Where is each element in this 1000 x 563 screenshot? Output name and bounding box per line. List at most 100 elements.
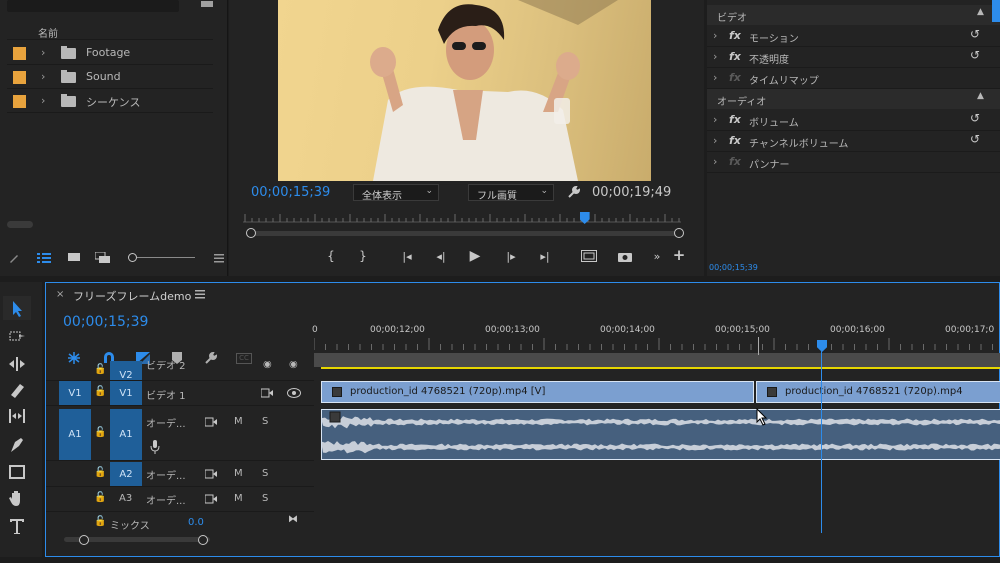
wrench-icon[interactable] [566,184,582,200]
lock-icon[interactable]: 🔓 [94,467,106,478]
project-item-sound[interactable]: › Sound [7,65,213,89]
collapse-up-icon[interactable]: ▲ [977,7,984,17]
zoom-slider-track[interactable] [137,257,195,258]
audio-section-header[interactable]: オーディオ ▲ [707,89,1000,109]
slip-tool-icon[interactable] [3,404,31,428]
fx-icon[interactable]: fx [729,134,741,147]
work-area-bar[interactable] [314,353,1000,367]
reset-icon[interactable]: ↺ [970,111,980,125]
chevron-right-icon[interactable]: › [713,71,717,84]
project-item-sequences[interactable]: › シーケンス [7,89,213,113]
track-target-a2[interactable]: A2 [110,462,142,486]
video-section-header[interactable]: ビデオ ▲ [707,5,1000,25]
microphone-icon[interactable] [148,440,162,454]
safe-margins-icon[interactable] [580,249,598,263]
ripple-edit-tool-icon[interactable] [3,352,31,376]
effect-controls-timecode[interactable]: 00;00;15;39 [709,263,758,272]
quality-select[interactable]: フル画質 ⌄ [468,184,554,202]
track-target-v2[interactable]: V2 [110,361,142,380]
chevron-right-icon[interactable]: › [713,113,717,126]
go-to-edit-icon[interactable]: ⧓ [288,514,298,525]
reset-icon[interactable]: ↺ [970,132,980,146]
video-clip-1[interactable]: production_id 4768521 (720p).mp4 [V] [321,381,754,403]
track-target-v1[interactable]: V1 [110,381,142,405]
chevron-right-icon[interactable]: › [713,134,717,147]
source-patch-v1[interactable]: V1 [59,381,91,405]
go-to-out-icon[interactable]: ▸| [537,249,553,263]
chevron-right-icon[interactable]: › [713,50,717,63]
fx-icon[interactable]: fx [729,29,741,42]
go-to-in-icon[interactable]: |◂ [399,249,415,263]
video-clip-2[interactable]: production_id 4768521 (720p).mp4 [756,381,1000,403]
reset-icon[interactable]: ↺ [970,27,980,41]
reset-icon[interactable]: ↺ [970,48,980,62]
collapse-up-icon[interactable]: ▲ [977,91,984,101]
eye-icon[interactable]: ◉ [289,361,298,370]
source-patch-a1[interactable]: A1 [59,409,91,460]
video-preview[interactable] [278,0,651,181]
selection-tool-icon[interactable] [3,296,31,320]
mute-button[interactable]: M [234,493,243,504]
camera-icon[interactable] [617,249,633,263]
toggle-output-icon[interactable]: ◉ [263,361,272,370]
scrollbar-left-handle[interactable] [246,228,256,238]
add-button-icon[interactable]: + [672,246,686,264]
label-color-swatch[interactable] [13,95,26,108]
razor-tool-icon[interactable] [3,378,31,402]
timeline-current-time[interactable]: 00;00;15;39 [63,314,148,330]
effect-row-opacity[interactable]: › fx 不透明度 ↺ [707,47,1000,68]
close-tab-icon[interactable]: × [56,289,64,300]
sync-lock-icon[interactable] [204,415,218,429]
mark-in-icon[interactable]: { [324,249,338,263]
rectangle-tool-icon[interactable] [3,460,31,484]
scrollbar-right-handle[interactable] [198,535,208,545]
track-select-tool-icon[interactable] [3,324,31,348]
new-bin-icon[interactable] [200,0,214,8]
sync-lock-icon[interactable] [204,492,218,506]
label-color-swatch[interactable] [13,71,26,84]
fx-icon[interactable]: fx [729,50,741,63]
pencil-icon[interactable] [6,250,22,266]
panel-scrollbar[interactable] [992,0,1000,22]
sequence-tab[interactable]: フリーズフレームdemo [73,288,191,304]
play-icon[interactable]: ▶ [467,248,483,264]
more-controls-icon[interactable]: » [651,249,663,263]
chevron-right-icon[interactable]: › [713,155,717,168]
list-view-icon[interactable] [36,250,52,266]
program-current-time[interactable]: 00;00;15;39 [251,185,330,200]
fx-icon[interactable]: fx [729,113,741,126]
effect-row-motion[interactable]: › fx モーション ↺ [707,26,1000,47]
sync-lock-icon[interactable] [204,467,218,481]
fit-select[interactable]: 全体表示 ⌄ [353,184,439,202]
chevron-right-icon[interactable]: › [41,46,45,59]
type-tool-icon[interactable] [3,514,31,538]
lock-icon[interactable]: 🔓 [94,492,106,503]
sync-lock-icon[interactable] [260,386,274,400]
timeline-ruler[interactable]: 0 00;00;12;00 00;00;13;00 00;00;14;00 00… [312,320,1000,355]
solo-button[interactable]: S [262,416,268,427]
project-search-input[interactable] [7,0,179,12]
tab-menu-icon[interactable] [194,289,206,299]
mix-volume-value[interactable]: 0.0 [188,517,204,528]
project-horizontal-scrollbar[interactable] [7,221,33,228]
lock-icon[interactable]: 🔓 [94,386,106,397]
effect-row-channel-volume[interactable]: › fx チャンネルボリューム ↺ [707,131,1000,152]
solo-button[interactable]: S [262,493,268,504]
mark-out-icon[interactable]: } [356,249,370,263]
effect-row-time-remap[interactable]: › fx タイムリマップ [707,68,1000,89]
time-ruler-mini[interactable] [243,213,681,223]
chevron-right-icon[interactable]: › [41,94,45,107]
audio-clip-a1[interactable] [321,409,1000,460]
monitor-zoom-scrollbar[interactable] [251,231,679,236]
eye-icon[interactable] [286,386,302,400]
effect-row-panner[interactable]: › fx パンナー [707,152,1000,173]
step-back-icon[interactable]: ◂| [433,249,449,263]
scrollbar-left-handle[interactable] [79,535,89,545]
lock-icon[interactable]: 🔓 [94,427,106,438]
lock-icon[interactable]: 🔓 [94,364,106,375]
project-item-footage[interactable]: › Footage [7,41,213,65]
chevron-right-icon[interactable]: › [41,70,45,83]
scrollbar-right-handle[interactable] [674,228,684,238]
icon-view-icon[interactable] [66,250,82,266]
effect-row-volume[interactable]: › fx ボリューム ↺ [707,110,1000,131]
